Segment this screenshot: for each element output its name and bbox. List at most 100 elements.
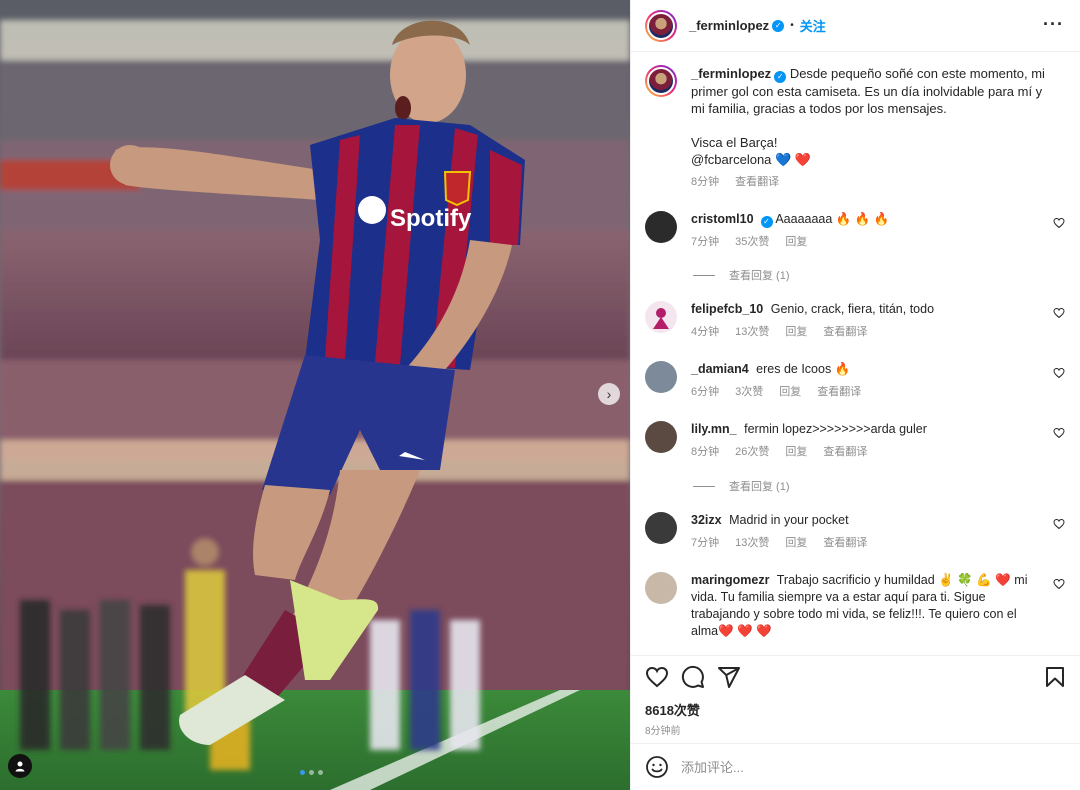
caption-paragraph-2: Visca el Barça!: [691, 134, 778, 150]
comment-text: Madrid in your pocket: [729, 513, 849, 527]
caption-mention-line: @fcbarcelona 💙 ❤️: [691, 151, 1051, 168]
author-avatar[interactable]: [645, 9, 677, 42]
carousel-dot: [318, 770, 323, 775]
comment-translate-link[interactable]: 查看翻译: [817, 384, 861, 401]
view-replies-link[interactable]: 查看回复 (1): [693, 267, 790, 283]
bookmark-icon[interactable]: [1043, 665, 1067, 689]
comment-like-heart-icon[interactable]: [1053, 427, 1065, 439]
comment-reply-link[interactable]: 回复: [785, 324, 807, 341]
verified-badge-icon: ✓: [772, 19, 785, 32]
comment-text: Aaaaaaaa 🔥 🔥 🔥: [775, 212, 890, 226]
commenter-username[interactable]: 32izx: [691, 513, 722, 527]
view-replies-label[interactable]: 查看回复 (1): [729, 267, 790, 283]
caption-translate-link[interactable]: 查看翻译: [735, 174, 779, 191]
comment-item: felipefcb_10 Genio, crack, fiera, titán,…: [645, 301, 1067, 341]
comment-like-heart-icon[interactable]: [1053, 367, 1065, 379]
carousel-dot-active: [300, 770, 305, 775]
commenter-username[interactable]: _damian4: [691, 362, 749, 376]
comment-like-heart-icon[interactable]: [1053, 578, 1065, 590]
post-caption: _ferminlopez ✓ Desde pequeño soñé con est…: [645, 53, 1067, 191]
commenter-avatar[interactable]: [645, 421, 677, 453]
commenter-avatar[interactable]: [645, 211, 677, 243]
comments-list[interactable]: _ferminlopez ✓ Desde pequeño soñé con est…: [631, 53, 1080, 655]
more-options-icon[interactable]: ···: [1043, 14, 1064, 35]
view-replies-label[interactable]: 查看回复 (1): [729, 478, 790, 494]
comment-text: eres de Icoos 🔥: [756, 362, 851, 376]
comment-item: maringomezr Trabajo sacrificio y humilda…: [645, 572, 1067, 640]
share-icon[interactable]: [717, 665, 741, 689]
commenter-username[interactable]: felipefcb_10: [691, 302, 763, 316]
comment-meta: 7分钟 13次赞 回复 查看翻译: [691, 535, 1041, 552]
comment-icon[interactable]: [681, 665, 705, 689]
celebration-photo: Spotify: [0, 0, 630, 790]
comment-like-heart-icon[interactable]: [1053, 307, 1065, 319]
comment-time[interactable]: 7分钟: [691, 234, 719, 251]
post-header: _ferminlopez ✓ • 关注 ···: [631, 0, 1080, 52]
comment-reply-link[interactable]: 回复: [779, 384, 801, 401]
comment-item: _damian4 eres de Icoos 🔥 6分钟 3次赞 回复 查看翻译: [645, 361, 1067, 401]
commenter-avatar[interactable]: [645, 512, 677, 544]
comment-likes[interactable]: 13次赞: [735, 535, 769, 552]
commenter-avatar[interactable]: [645, 361, 677, 393]
add-comment-bar: [631, 743, 1080, 790]
commenter-username[interactable]: maringomezr: [691, 573, 770, 587]
comment-meta: 4分钟 13次赞 回复 查看翻译: [691, 324, 1041, 341]
tagged-users-button[interactable]: [8, 754, 32, 778]
likes-count[interactable]: 8618次赞: [645, 700, 1067, 719]
emoji-icon[interactable]: [645, 755, 669, 779]
comment-reply-link[interactable]: 回复: [785, 535, 807, 552]
comment-likes[interactable]: 26次赞: [735, 444, 769, 461]
jersey-sponsor: Spotify: [390, 205, 472, 232]
caption-meta: 8分钟 查看翻译: [691, 174, 1051, 191]
comment-time[interactable]: 6分钟: [691, 384, 719, 401]
view-replies-link[interactable]: 查看回复 (1): [693, 478, 790, 494]
post-details-panel: _ferminlopez ✓ • 关注 ··· _ferminlopez ✓ De…: [630, 0, 1080, 790]
comment-like-heart-icon[interactable]: [1053, 217, 1065, 229]
caption-mention[interactable]: @fcbarcelona: [691, 152, 771, 167]
comment-time[interactable]: 8分钟: [691, 444, 719, 461]
commenter-avatar[interactable]: [645, 301, 677, 333]
comment-time[interactable]: 7分钟: [691, 535, 719, 552]
verified-badge-icon: ✓: [760, 215, 773, 228]
comment-input[interactable]: [681, 759, 1041, 775]
comment-likes[interactable]: 35次赞: [735, 234, 769, 251]
comment-translate-link[interactable]: 查看翻译: [823, 535, 867, 552]
follow-button[interactable]: 关注: [800, 16, 826, 35]
caption-time[interactable]: 8分钟: [691, 174, 719, 191]
comment-reply-link[interactable]: 回复: [785, 234, 807, 251]
next-photo-button[interactable]: ›: [598, 383, 620, 405]
comment-translate-link[interactable]: 查看翻译: [823, 444, 867, 461]
commenter-avatar[interactable]: [645, 572, 677, 604]
comment-meta: 8分钟 26次赞 回复 查看翻译: [691, 444, 1041, 461]
posted-time: 8分钟前: [645, 726, 681, 737]
comment-text: Genio, crack, fiera, titán, todo: [770, 302, 935, 316]
comment-item: 32izx Madrid in your pocket 7分钟 13次赞 回复 …: [645, 512, 1067, 552]
post-photo[interactable]: Spotify ›: [0, 0, 630, 790]
caption-text: _ferminlopez ✓ Desde pequeño soñé con est…: [691, 65, 1051, 117]
comment-likes[interactable]: 13次赞: [735, 324, 769, 341]
comment-likes[interactable]: 3次赞: [735, 384, 763, 401]
heart-icon[interactable]: [645, 665, 669, 689]
comment-time[interactable]: 4分钟: [691, 324, 719, 341]
comment-reply-link[interactable]: 回复: [785, 444, 807, 461]
separator-dot: •: [790, 20, 794, 31]
comment-like-heart-icon[interactable]: [1053, 518, 1065, 530]
caption-avatar[interactable]: [645, 65, 677, 97]
caption-emojis: 💙 ❤️: [775, 151, 812, 167]
comment-item: lily.mn_ fermin lopez>>>>>>>>arda guler …: [645, 421, 1067, 461]
caption-username[interactable]: _ferminlopez: [691, 66, 771, 81]
verified-badge-icon: ✓: [774, 70, 787, 83]
author-username[interactable]: _ferminlopez: [689, 18, 769, 33]
comment-text: fermin lopez>>>>>>>>arda guler: [744, 422, 927, 436]
comment-meta: 6分钟 3次赞 回复 查看翻译: [691, 384, 1041, 401]
comment-translate-link[interactable]: 查看翻译: [823, 324, 867, 341]
commenter-username[interactable]: cristoml10: [691, 212, 754, 226]
replies-line: [693, 274, 715, 276]
post-actions: 8618次赞 8分钟前: [631, 655, 1080, 743]
replies-line: [693, 485, 715, 487]
comment-meta: 7分钟 35次赞 回复: [691, 234, 1041, 251]
person-icon: [15, 761, 25, 772]
commenter-username[interactable]: lily.mn_: [691, 422, 737, 436]
comment-item: cristoml10 ✓ Aaaaaaaa 🔥 🔥 🔥 7分钟 35次赞 回复: [645, 211, 1067, 251]
carousel-dot: [309, 770, 314, 775]
